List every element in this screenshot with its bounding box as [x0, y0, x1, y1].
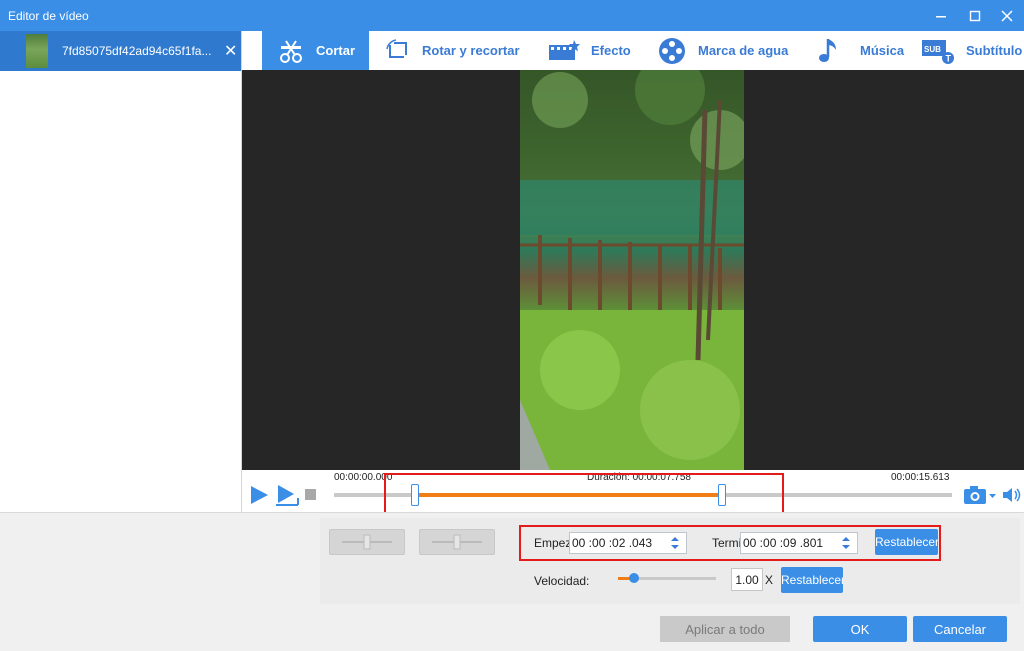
tab-label: Rotar y recortar	[422, 43, 520, 58]
speed-value: 1.00	[735, 572, 759, 587]
remove-file-icon[interactable]: ✕	[224, 41, 237, 61]
reset-speed-label: Restablecer	[781, 573, 843, 587]
svg-text:SUB: SUB	[924, 45, 941, 54]
maximize-icon	[969, 10, 981, 21]
editor-toolbar: Cortar Rotar y recortar Efecto Marca de …	[242, 31, 1024, 70]
trim-controls-panel: Empezar 00 :00 :02 .043 Terminar 00 :00 …	[0, 512, 1024, 651]
tab-musica[interactable]: Música	[816, 31, 904, 70]
tab-label: Cortar	[316, 43, 356, 58]
speed-label: Velocidad:	[534, 574, 590, 588]
highlight-box-timeline	[384, 473, 784, 514]
speed-slider-thumb[interactable]	[628, 573, 639, 583]
end-time-value: 00 :00 :09 .801	[743, 536, 824, 550]
tab-efecto[interactable]: Efecto	[547, 31, 631, 70]
rotate-crop-icon	[386, 38, 407, 58]
apply-to-all-button[interactable]: Aplicar a todo	[660, 616, 790, 642]
minimize-icon	[936, 15, 946, 17]
ok-button[interactable]: OK	[813, 616, 907, 642]
start-label: Empezar	[534, 536, 570, 550]
timeline-end-time: 00:00:15.613	[891, 472, 950, 483]
end-time-field[interactable]: 00 :00 :09 .801	[740, 532, 858, 554]
timeline-bar: 00:00:00.000 Duración: 00:00:07.758 00:0…	[242, 470, 1024, 514]
video-preview[interactable]	[242, 70, 1024, 470]
reset-trim-label: Restablecer	[875, 535, 938, 549]
play-icon[interactable]	[248, 484, 270, 506]
play-selection-icon[interactable]	[274, 483, 300, 507]
video-frame	[520, 70, 744, 470]
start-time-value: 00 :00 :02 .043	[572, 536, 653, 550]
tab-label: Música	[860, 43, 905, 58]
speed-value-field[interactable]: 1.00	[731, 568, 763, 591]
file-list-item[interactable]: 7fd85075df42ad94c65f1fa... ✕	[0, 31, 241, 71]
end-time-stepper-icon[interactable]	[841, 535, 851, 551]
video-content-image	[520, 70, 744, 470]
start-time-field[interactable]: 00 :00 :02 .043	[569, 532, 687, 554]
svg-text:T: T	[946, 53, 952, 63]
reset-speed-button[interactable]: Restablecer	[781, 567, 843, 593]
reset-trim-button[interactable]: Restablecer	[875, 529, 938, 555]
file-name: 7fd85075df42ad94c65f1fa...	[62, 44, 212, 58]
set-end-icon	[432, 534, 482, 550]
close-button[interactable]	[990, 0, 1024, 31]
minimize-button[interactable]	[924, 0, 958, 31]
set-start-icon	[342, 534, 392, 550]
close-icon	[1001, 9, 1013, 22]
ok-label: OK	[850, 621, 870, 637]
snapshot-camera-icon[interactable]	[963, 484, 997, 506]
tab-subtitulo[interactable]: SUB T Subtítulo	[920, 31, 1022, 70]
title-bar: Editor de vídeo	[0, 0, 1024, 31]
watermark-icon	[659, 37, 685, 64]
music-note-icon	[819, 38, 836, 62]
tab-marca-de-agua[interactable]: Marca de agua	[656, 31, 788, 70]
set-end-button[interactable]	[419, 529, 495, 555]
effect-icon	[549, 39, 580, 60]
set-start-button[interactable]	[329, 529, 405, 555]
tab-label: Marca de agua	[698, 43, 789, 58]
stop-icon[interactable]	[305, 489, 317, 501]
volume-icon[interactable]	[1002, 486, 1022, 504]
cancel-button[interactable]: Cancelar	[913, 616, 1007, 642]
tab-label: Efecto	[591, 43, 631, 58]
start-time-stepper-icon[interactable]	[670, 535, 680, 551]
window-title: Editor de vídeo	[8, 9, 89, 23]
end-label: Terminar	[712, 536, 741, 550]
subtitle-icon: SUB T	[922, 39, 954, 64]
maximize-button[interactable]	[958, 0, 992, 31]
video-thumbnail	[26, 34, 48, 68]
cancel-label: Cancelar	[933, 621, 987, 637]
speed-unit: X	[765, 573, 774, 587]
apply-to-all-label: Aplicar a todo	[685, 621, 765, 637]
scissors-icon	[280, 39, 302, 63]
tab-cortar[interactable]: Cortar	[262, 31, 369, 70]
tab-rotar-recortar[interactable]: Rotar y recortar	[384, 31, 520, 70]
tab-label: Subtítulo	[966, 43, 1023, 58]
file-list-sidebar: 7fd85075df42ad94c65f1fa... ✕	[0, 31, 242, 512]
